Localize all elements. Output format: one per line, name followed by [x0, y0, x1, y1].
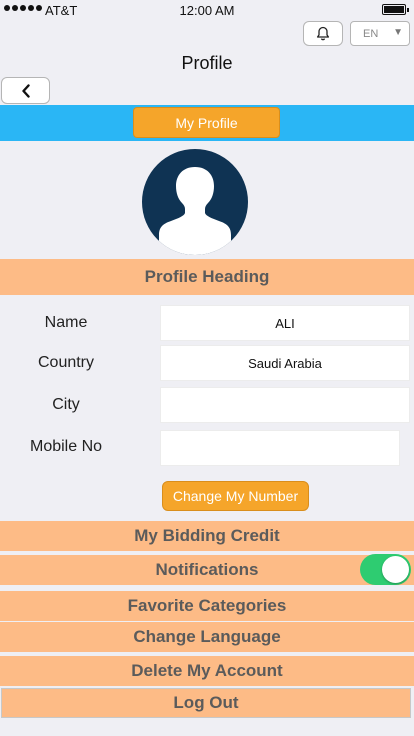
status-bar: AT&T 12:00 AM	[0, 0, 414, 20]
avatar[interactable]	[142, 149, 248, 255]
country-label: Country	[37, 354, 95, 371]
toggle-knob	[382, 556, 409, 583]
page-title: Profile	[181, 53, 233, 73]
mobile-field[interactable]	[160, 430, 400, 466]
name-field[interactable]: ALI	[160, 305, 410, 341]
language-value: EN	[363, 28, 379, 40]
profile-heading: Profile Heading	[0, 259, 414, 295]
notifications-toggle[interactable]	[360, 554, 411, 585]
mobile-label: Mobile No	[29, 438, 103, 455]
delete-account-item[interactable]: Delete My Account	[0, 656, 414, 686]
user-silhouette-icon	[159, 167, 231, 255]
language-select[interactable]: EN ▼	[350, 21, 410, 46]
bell-icon	[316, 26, 330, 41]
notifications-bell-button[interactable]	[303, 21, 343, 46]
favorite-categories-item[interactable]: Favorite Categories	[0, 591, 414, 621]
caret-down-icon: ▼	[393, 27, 403, 38]
change-language-item[interactable]: Change Language	[0, 622, 414, 652]
my-profile-tab[interactable]: My Profile	[133, 107, 280, 138]
bidding-credit-item[interactable]: My Bidding Credit	[0, 521, 414, 551]
country-field[interactable]: Saudi Arabia	[160, 345, 410, 381]
chevron-left-icon	[21, 83, 30, 98]
notifications-item: Notifications	[0, 555, 414, 585]
status-time: 12:00 AM	[179, 3, 235, 18]
back-button[interactable]	[1, 77, 50, 104]
log-out-button[interactable]: Log Out	[1, 688, 411, 718]
change-number-button[interactable]: Change My Number	[162, 481, 309, 511]
name-label: Name	[44, 314, 88, 331]
city-field[interactable]	[160, 387, 410, 423]
city-label: City	[52, 396, 80, 413]
battery-icon	[382, 4, 409, 15]
